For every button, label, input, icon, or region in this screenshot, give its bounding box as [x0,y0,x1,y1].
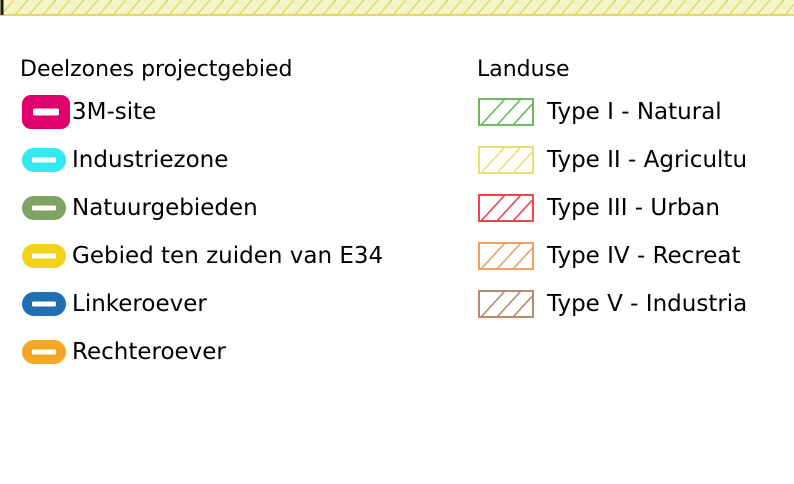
pill-swatch-icon [22,196,66,220]
legend-swatch [20,93,72,131]
hatched-swatch-icon [478,290,534,318]
deelzones-legend-label: Industriezone [72,147,229,173]
deelzones-legend-item: Gebied ten zuiden van E34 [20,232,383,280]
landuse-legend-label: Type I - Natural [547,99,722,125]
deelzones-legend: Deelzones projectgebied 3M-site Industrie… [20,52,383,376]
landuse-items: Type I - Natural Type II - Agricultu Type … [477,88,747,328]
pill-swatch-icon [22,148,66,172]
deelzones-legend-label: Linkeroever [72,291,207,317]
pill-swatch-icon [22,244,66,268]
deelzones-heading: Deelzones projectgebied [20,57,293,82]
landuse-legend-item: Type IV - Recreat [477,232,747,280]
deelzones-legend-item: Industriezone [20,136,383,184]
deelzones-legend-item: Linkeroever [20,280,383,328]
landuse-legend-label: Type II - Agricultu [547,147,748,173]
map-hatched-strip-graphic [0,0,794,16]
deelzones-legend-label: Natuurgebieden [72,195,258,221]
legend-swatch [20,146,72,174]
landuse-legend-label: Type III - Urban [547,195,720,221]
deelzones-legend-item: 3M-site [20,88,383,136]
hatched-swatch-icon [478,242,534,270]
landuse-legend-label: Type V - Industria [547,291,748,317]
deelzones-legend-label: Gebied ten zuiden van E34 [72,243,384,269]
deelzones-legend-item: Natuurgebieden [20,184,383,232]
pill-swatch-icon [22,292,66,316]
landuse-heading: Landuse [477,57,570,82]
legend-swatch [20,242,72,270]
legend-hatch-swatch [477,241,547,271]
hatched-swatch-icon [478,98,534,126]
hatched-swatch-icon [478,194,534,222]
map-hatched-strip [0,0,794,16]
legend-swatch [20,338,72,366]
legend-swatch [20,290,72,318]
landuse-legend-label: Type IV - Recreat [547,243,741,269]
legend-swatch [20,194,72,222]
landuse-legend-item: Type I - Natural [477,88,747,136]
landuse-legend-item: Type III - Urban [477,184,747,232]
pill-swatch-large-icon [22,95,70,129]
pill-swatch-icon [22,340,66,364]
deelzones-legend-item: Rechteroever [20,328,383,376]
legend-hatch-swatch [477,145,547,175]
deelzones-legend-label: 3M-site [72,99,157,125]
legend-hatch-swatch [477,97,547,127]
legend-hatch-swatch [477,289,547,319]
hatched-swatch-icon [478,146,534,174]
landuse-legend-item: Type V - Industria [477,280,747,328]
deelzones-legend-label: Rechteroever [72,339,226,365]
legend-hatch-swatch [477,193,547,223]
landuse-legend: Landuse Type I - Natural Type II - Agricu… [477,52,747,328]
deelzones-items: 3M-site Industriezone Natuurgebieden Gebied… [20,88,383,376]
landuse-legend-item: Type II - Agricultu [477,136,747,184]
